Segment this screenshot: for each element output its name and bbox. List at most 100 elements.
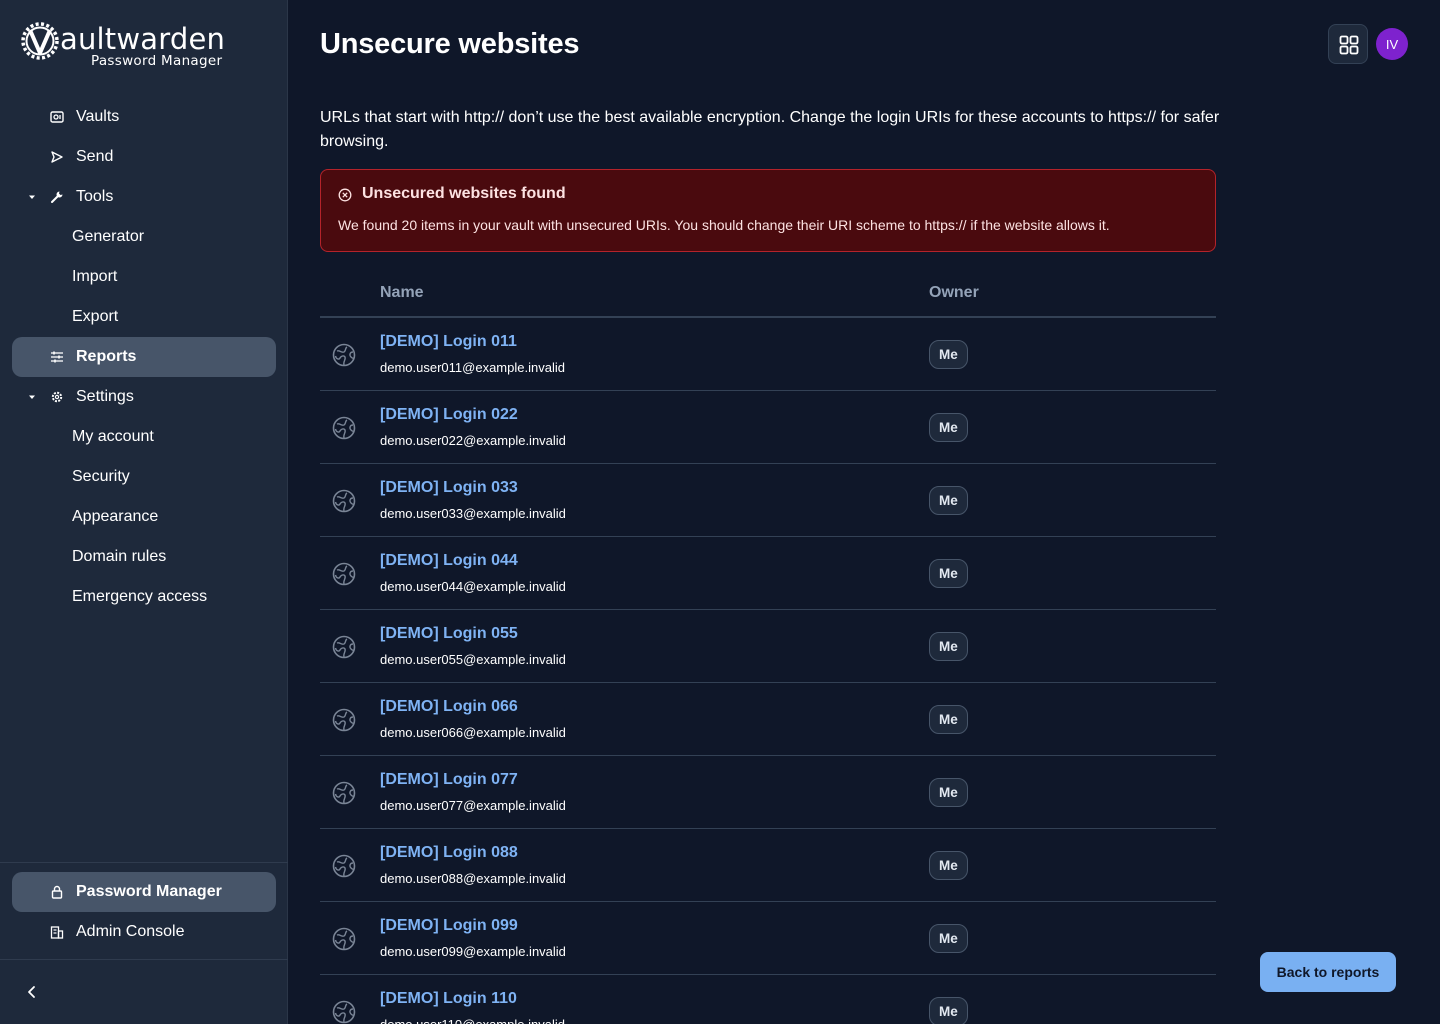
send-icon [51,151,63,163]
sidebar-item-label: My account [72,428,154,445]
back-to-reports-button[interactable]: Back to reports [1260,952,1396,992]
item-username: demo.user099@example.invalid [380,944,566,959]
sidebar-item-domain-rules[interactable]: Domain rules [12,537,276,577]
item-username: demo.user033@example.invalid [380,506,566,521]
sidebar: aultwarden Password Manager Vaults Send [0,0,288,1024]
globe-icon [332,781,356,805]
callout-title: Unsecured websites found [362,185,566,202]
globe-icon [332,927,356,951]
sidebar-item-label: Import [72,268,118,285]
sidebar-item-label: Send [76,148,114,165]
item-username: demo.user044@example.invalid [380,579,566,594]
item-name-link[interactable]: [DEMO] Login 099 [380,917,518,935]
vault-icon [50,111,64,123]
building-icon [50,926,64,939]
vaultwarden-logo-icon [21,22,59,60]
sidebar-item-appearance[interactable]: Appearance [12,497,276,537]
sidebar-item-label: Domain rules [72,548,167,565]
logo-wordmark: aultwarden [60,22,226,56]
unsecure-websites-table: Name Owner [DEMO] Login 011 demo.user011@… [320,272,1216,1024]
error-callout: Unsecured websites found We found 20 ite… [320,169,1216,252]
item-name-link[interactable]: [DEMO] Login 088 [380,844,518,862]
item-name-link[interactable]: [DEMO] Login 055 [380,625,518,643]
owner-badge: Me [929,997,968,1024]
chevron-left-icon[interactable] [22,982,42,1002]
error-circle-icon [338,188,352,202]
owner-badge: Me [929,924,968,953]
callout-text: We found 20 items in your vault with uns… [338,217,1110,233]
sidebar-item-label: Vaults [76,108,120,125]
table-row: [DEMO] Login 066 demo.user066@example.inv… [320,683,1216,756]
sidebar-item-label: Generator [72,228,145,245]
table-row: [DEMO] Login 044 demo.user044@example.inv… [320,537,1216,610]
globe-icon [332,489,356,513]
table-row: [DEMO] Login 011 demo.user011@example.inv… [320,318,1216,391]
table-row: [DEMO] Login 088 demo.user088@example.inv… [320,829,1216,902]
sidebar-item-label: Appearance [72,508,159,525]
item-name-link[interactable]: [DEMO] Login 077 [380,771,518,789]
vaultwarden-logo[interactable]: aultwarden Password Manager [20,20,230,70]
product-password-manager[interactable]: Password Manager [12,872,276,912]
item-username: demo.user055@example.invalid [380,652,566,667]
globe-icon [332,854,356,878]
column-header-name: Name [380,284,424,301]
item-username: demo.user077@example.invalid [380,798,566,813]
owner-badge: Me [929,340,968,369]
table-header: Name Owner [320,272,1216,318]
chevron-down-icon[interactable] [26,191,38,203]
sidebar-item-security[interactable]: Security [12,457,276,497]
product-switcher-button[interactable] [1328,24,1368,64]
globe-icon [332,635,356,659]
owner-badge: Me [929,559,968,588]
item-username: demo.user022@example.invalid [380,433,566,448]
sidebar-nav: Vaults Send Tools Generator Import Expor… [12,97,276,617]
item-name-link[interactable]: [DEMO] Login 033 [380,479,518,497]
sidebar-item-export[interactable]: Export [12,297,276,337]
owner-badge: Me [929,705,968,734]
table-row: [DEMO] Login 022 demo.user022@example.inv… [320,391,1216,464]
sidebar-item-vaults[interactable]: Vaults [12,97,276,137]
table-row: [DEMO] Login 077 demo.user077@example.inv… [320,756,1216,829]
owner-badge: Me [929,486,968,515]
sidebar-item-emergency-access[interactable]: Emergency access [12,577,276,617]
item-username: demo.user110@example.invalid [380,1017,565,1024]
sidebar-item-label: Settings [76,388,134,405]
globe-icon [332,416,356,440]
sidebar-item-reports[interactable]: Reports [12,337,276,377]
chevron-down-icon[interactable] [26,391,38,403]
item-username: demo.user011@example.invalid [380,360,565,375]
sidebar-item-label: Emergency access [72,588,208,605]
globe-icon [332,562,356,586]
sidebar-item-label: Export [72,308,119,325]
item-name-link[interactable]: [DEMO] Login 110 [380,990,517,1008]
sidebar-item-send[interactable]: Send [12,137,276,177]
owner-badge: Me [929,632,968,661]
sidebar-item-import[interactable]: Import [12,257,276,297]
avatar[interactable]: IV [1376,28,1408,60]
item-name-link[interactable]: [DEMO] Login 044 [380,552,518,570]
gear-icon [51,391,63,403]
product-label: Password Manager [76,883,222,900]
table-row: [DEMO] Login 055 demo.user055@example.inv… [320,610,1216,683]
sidebar-item-settings[interactable]: Settings [12,377,276,417]
item-name-link[interactable]: [DEMO] Login 011 [380,333,517,351]
column-header-owner: Owner [929,284,979,301]
sidebar-item-tools[interactable]: Tools [12,177,276,217]
sidebar-item-label: Tools [76,188,114,205]
sidebar-item-generator[interactable]: Generator [12,217,276,257]
table-row: [DEMO] Login 110 demo.user110@example.inv… [320,975,1216,1024]
sidebar-item-my-account[interactable]: My account [12,417,276,457]
sidebar-item-label: Reports [76,348,137,365]
owner-badge: Me [929,413,968,442]
product-switcher: Password Manager Admin Console [0,862,288,960]
grid-icon [1339,35,1359,55]
logo-subtitle: Password Manager [91,53,223,69]
table-row: [DEMO] Login 099 demo.user099@example.inv… [320,902,1216,975]
product-label: Admin Console [76,923,185,940]
page-title: Unsecure websites [320,28,580,60]
wrench-icon [51,191,63,203]
item-username: demo.user066@example.invalid [380,725,566,740]
product-admin-console[interactable]: Admin Console [12,912,276,952]
item-name-link[interactable]: [DEMO] Login 066 [380,698,518,716]
item-name-link[interactable]: [DEMO] Login 022 [380,406,518,424]
